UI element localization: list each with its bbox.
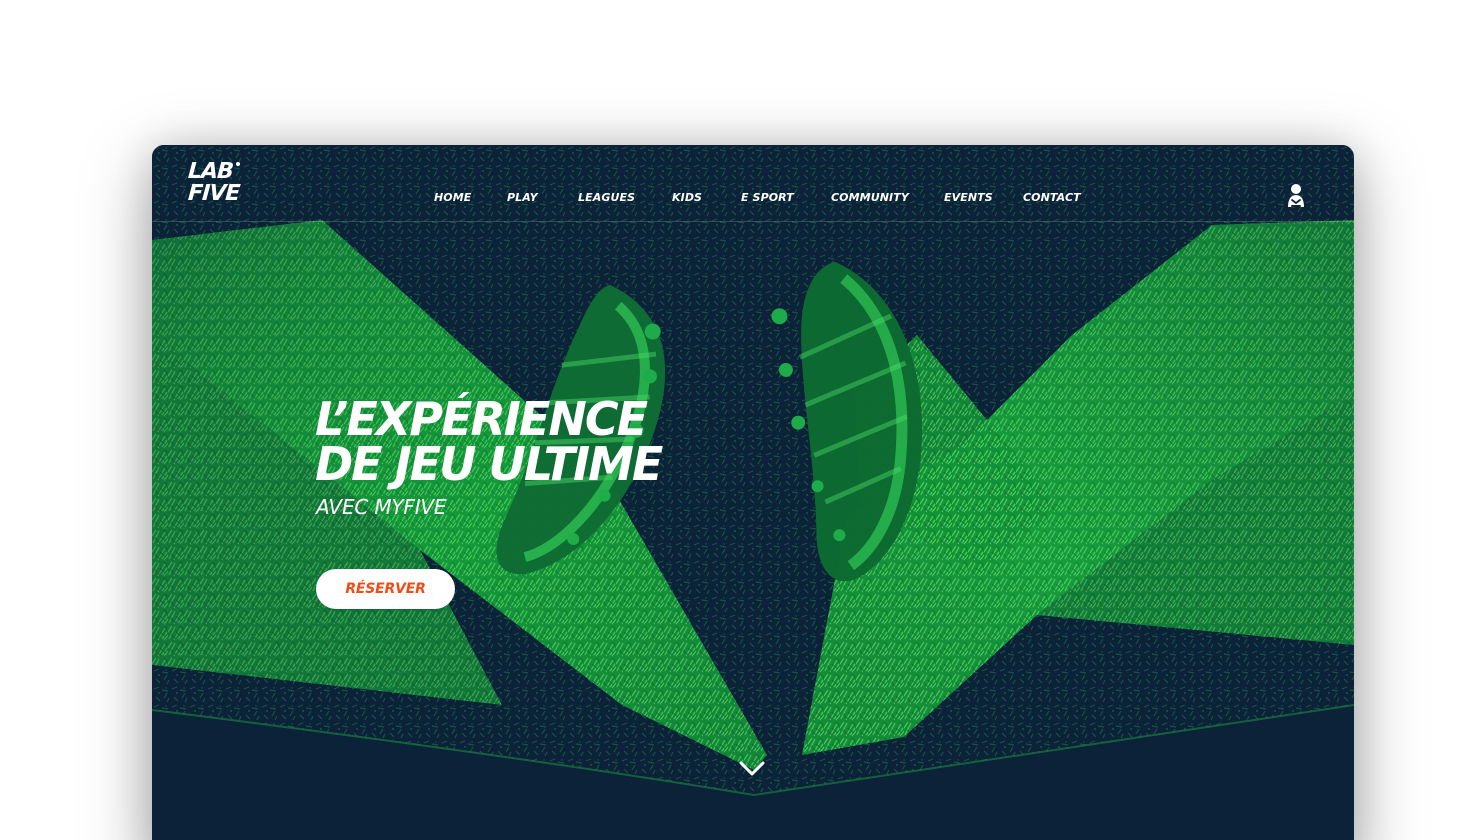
nav-events-link[interactable]: EVENTS (944, 191, 993, 204)
nav-play-link[interactable]: PLAY (507, 191, 538, 204)
nav-leagues-link[interactable]: LEAGUES (578, 191, 635, 204)
main-navigation: HOME PLAY LEAGUES KIDS E SPORT COMMUNITY… (152, 191, 1354, 209)
hero-headline-line-2: DE JEU ULTIME (315, 437, 663, 491)
hero-headline: L’EXPÉRIENCE DE JEU ULTIME (315, 392, 745, 491)
website-preview-frame: LAB FIVE HOME PLAY LEAGUES KIDS E SPORT … (152, 145, 1354, 840)
user-profile-icon[interactable] (1285, 182, 1307, 210)
hero-headline-line-1: L’EXPÉRIENCE (315, 392, 648, 446)
logo-registered-mark (236, 162, 240, 166)
hero-content: L’EXPÉRIENCE DE JEU ULTIME AVEC MYFIVE R… (315, 392, 745, 609)
chevron-down-icon[interactable] (735, 756, 769, 780)
nav-contact-link[interactable]: CONTACT (1023, 191, 1081, 204)
nav-home-link[interactable]: HOME (434, 191, 471, 204)
nav-kids-link[interactable]: KIDS (672, 191, 702, 204)
nav-e-sport-link[interactable]: E SPORT (741, 191, 794, 204)
screenshot-canvas: LAB FIVE HOME PLAY LEAGUES KIDS E SPORT … (0, 0, 1461, 840)
nav-community-link[interactable]: COMMUNITY (831, 191, 909, 204)
hero-subheadline: AVEC MYFIVE (316, 495, 447, 519)
site-header: LAB FIVE HOME PLAY LEAGUES KIDS E SPORT … (152, 145, 1354, 222)
reserve-button[interactable]: RÉSERVER (316, 569, 455, 609)
